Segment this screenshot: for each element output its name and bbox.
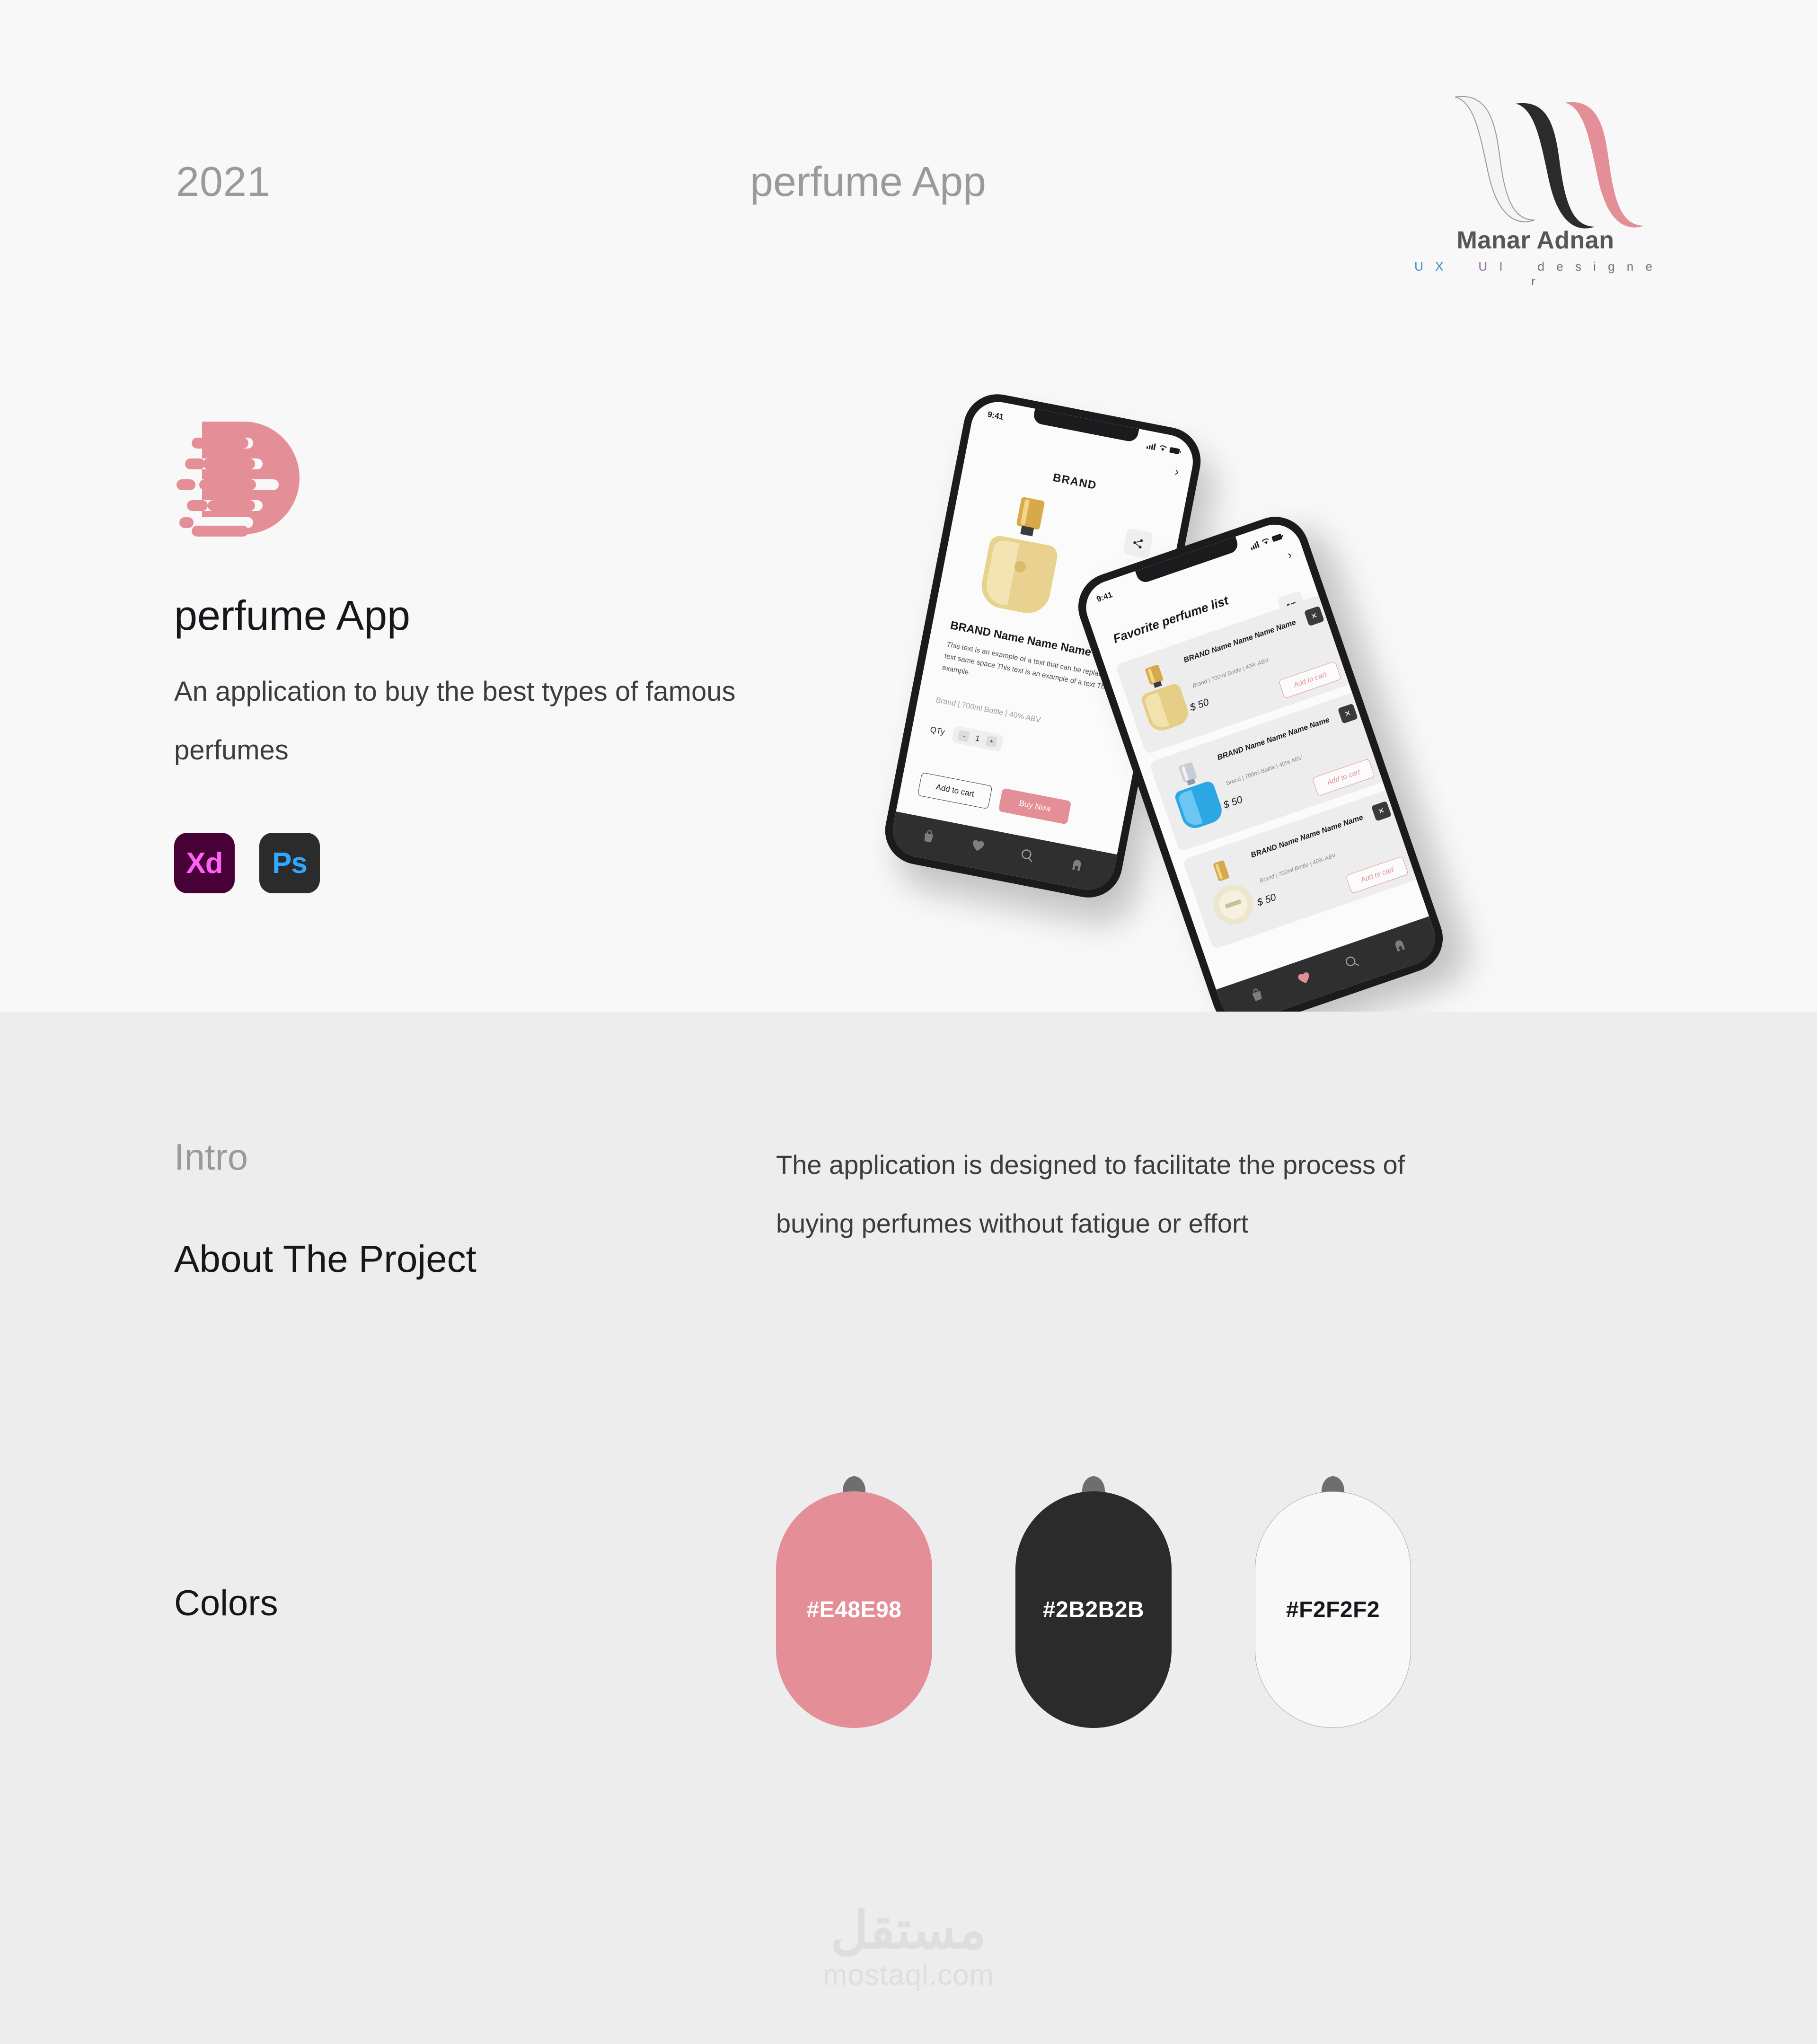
bag-icon[interactable] xyxy=(922,828,936,844)
add-to-cart-button[interactable]: Add to cart xyxy=(1312,758,1376,796)
brand-role-designer: d e s i g n e r xyxy=(1531,259,1657,288)
share-icon xyxy=(1133,539,1143,549)
color-swatch: #F2F2F2 xyxy=(1255,1476,1411,1728)
swatch-hex-dark: #2B2B2B xyxy=(1015,1491,1172,1728)
search-icon[interactable] xyxy=(1020,847,1035,863)
bottom-nav-bar xyxy=(888,811,1117,895)
swatch-hex-pink: #E48E98 xyxy=(776,1491,932,1728)
about-the-project-title: About The Project xyxy=(174,1238,476,1280)
status-time: 9:41 xyxy=(1095,590,1114,604)
remove-button[interactable]: ✕ xyxy=(1371,801,1392,821)
perfume-bottle-image xyxy=(981,497,1058,613)
bag-icon[interactable] xyxy=(1249,987,1265,1003)
remove-button[interactable]: ✕ xyxy=(1304,606,1325,626)
quantity-minus-button[interactable]: − xyxy=(957,730,970,742)
favorite-card-price: $ 50 xyxy=(1188,696,1210,714)
add-to-cart-button[interactable]: Add to cart xyxy=(1279,661,1342,699)
buy-now-button[interactable]: Buy Now xyxy=(998,788,1072,825)
brand-role-ux: U X xyxy=(1414,259,1448,273)
wifi-icon xyxy=(1159,445,1167,451)
battery-icon xyxy=(1169,447,1181,454)
color-swatch-list: #E48E98 #2B2B2B #F2F2F2 xyxy=(776,1476,1411,1728)
quantity-row: QTy − 1 + xyxy=(928,721,1004,752)
phone-mockup-group: 9:41 › BRAND BRAND Name Name Name Name T… xyxy=(879,388,1467,1038)
signal-icon xyxy=(1146,443,1156,450)
forward-chevron-icon[interactable]: › xyxy=(1285,547,1294,562)
app-logo-icon xyxy=(173,419,310,537)
heart-icon-active[interactable] xyxy=(1296,970,1313,987)
forward-chevron-icon[interactable]: › xyxy=(1173,464,1180,479)
app-title: perfume App xyxy=(174,592,410,639)
hero-section: 2021 perfume App Manar Adnan U X U I d e… xyxy=(0,0,1817,1038)
remove-button[interactable]: ✕ xyxy=(1337,703,1358,724)
quantity-label: QTy xyxy=(929,724,946,737)
favorite-card-meta: Brand | 700ml Bottle | 40% ABV xyxy=(1259,852,1337,884)
status-time: 9:41 xyxy=(987,409,1005,422)
colors-label: Colors xyxy=(174,1583,278,1623)
watermark-latin: mostaql.com xyxy=(822,1959,995,1991)
home-icon[interactable] xyxy=(1391,937,1408,953)
adobe-xd-icon: Xd xyxy=(174,833,235,893)
brand-name: Manar Adnan xyxy=(1456,227,1614,254)
project-header-label: perfume App xyxy=(750,158,986,205)
signal-icon xyxy=(1251,541,1260,550)
perfume-bottle-image xyxy=(1175,762,1222,828)
quantity-plus-button[interactable]: + xyxy=(985,735,998,748)
favorite-card-meta: Brand | 700ml Bottle | 40% ABV xyxy=(1191,657,1270,689)
add-to-cart-button[interactable]: Add to cart xyxy=(917,772,993,810)
color-swatch: #E48E98 xyxy=(776,1476,932,1728)
brand-role: U X U I d e s i g n e r xyxy=(1412,259,1658,289)
product-actions: Add to cart Buy Now xyxy=(917,772,1072,825)
wifi-icon xyxy=(1261,538,1269,544)
perfume-bottle-image xyxy=(1213,860,1253,925)
adobe-photoshop-icon: Ps xyxy=(259,833,320,893)
battery-icon xyxy=(1271,534,1283,542)
intro-label: Intro xyxy=(174,1136,248,1178)
app-description: An application to buy the best types of … xyxy=(174,676,736,766)
brand-role-ui: U I xyxy=(1478,259,1507,273)
heart-icon[interactable] xyxy=(970,838,985,853)
add-to-cart-button[interactable]: Add to cart xyxy=(1345,856,1409,894)
tool-badges: Xd Ps xyxy=(174,833,320,893)
status-icons xyxy=(1249,533,1284,550)
color-swatch: #2B2B2B xyxy=(1015,1476,1172,1728)
favorite-card-price: $ 50 xyxy=(1255,891,1278,908)
year-label: 2021 xyxy=(176,158,271,205)
watermark-arabic: مستقل xyxy=(830,1901,987,1959)
favorite-card-price: $ 50 xyxy=(1222,794,1244,811)
quantity-value: 1 xyxy=(974,733,981,743)
favorite-card-name: BRAND Name Name Name Name xyxy=(1182,618,1297,665)
quantity-stepper[interactable]: − 1 + xyxy=(951,725,1004,752)
swatch-hex-light: #F2F2F2 xyxy=(1255,1491,1411,1728)
about-the-project-body: The application is designed to facilitat… xyxy=(776,1150,1405,1238)
status-icons xyxy=(1146,442,1182,455)
home-icon[interactable] xyxy=(1069,858,1084,872)
share-button[interactable] xyxy=(1122,528,1154,559)
favorite-card-meta: Brand | 700ml Bottle | 40% ABV xyxy=(1225,754,1303,787)
perfume-bottle-image xyxy=(1141,665,1188,731)
status-bar: 9:41 xyxy=(972,404,1197,462)
search-icon[interactable] xyxy=(1343,953,1360,970)
mostaql-watermark: مستقل mostaql.com xyxy=(776,1902,1041,1992)
product-meta: Brand | 700ml Bottle | 40% ABV xyxy=(935,696,1041,724)
